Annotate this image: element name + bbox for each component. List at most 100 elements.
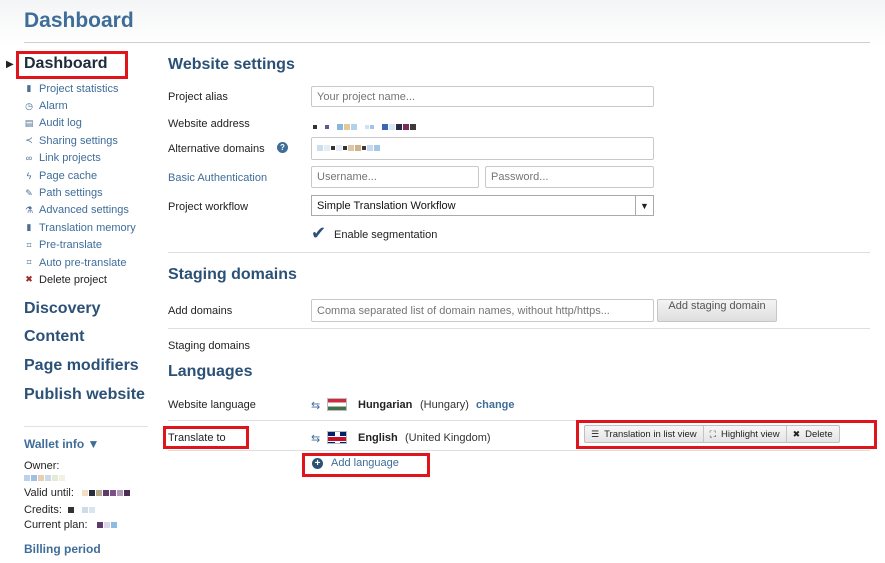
document-icon: ▤ <box>24 117 34 128</box>
help-icon[interactable]: ? <box>277 142 288 153</box>
flask-icon: ⚗ <box>24 204 34 215</box>
sidebar-item-label: Pre-translate <box>39 239 102 252</box>
website-language-region: (Hungary) <box>420 399 469 411</box>
sidebar-item-label: Translation memory <box>39 221 136 234</box>
basic-auth-label[interactable]: Basic Authentication <box>168 172 267 184</box>
wallet-owner-value <box>24 472 66 484</box>
sidebar-section-content[interactable]: Content <box>24 328 84 346</box>
sidebar-item-auto-pre-translate[interactable]: ⌗ Auto pre-translate <box>24 254 136 271</box>
sidebar-item-label: Sharing settings <box>39 134 118 147</box>
sidebar-item-label: Auto pre-translate <box>39 256 127 269</box>
username-input[interactable] <box>311 166 479 188</box>
add-staging-domain-button[interactable]: Add staging domain <box>657 299 777 322</box>
billing-period-link[interactable]: Billing period <box>24 542 101 556</box>
delete-language-button[interactable]: ✖ Delete <box>787 426 839 442</box>
sidebar-item-label: Page cache <box>39 169 98 182</box>
wallet-current-plan-value <box>97 519 118 531</box>
sidebar-item-project-statistics[interactable]: ▮ Project statistics <box>24 80 136 97</box>
website-settings-heading: Website settings <box>168 56 295 73</box>
project-alias-input[interactable] <box>311 86 654 107</box>
enable-segmentation-label[interactable]: Enable segmentation <box>334 229 437 241</box>
language-actions: ☰ Translation in list view ⛶ Highlight vie… <box>584 425 840 443</box>
sidebar-item-translation-memory[interactable]: ▮ Translation memory <box>24 219 136 236</box>
link-icon: ∞ <box>25 153 33 164</box>
website-address-label: Website address <box>168 118 250 130</box>
bar-chart-icon: ▮ <box>26 83 32 94</box>
hungary-flag-icon <box>327 398 347 411</box>
row-divider <box>168 450 870 451</box>
languages-heading: Languages <box>168 363 253 380</box>
alternative-domains-input[interactable] <box>311 137 654 160</box>
sidebar-item-label: Delete project <box>39 273 107 286</box>
sidebar-item-path-settings[interactable]: ✎ Path settings <box>24 184 136 201</box>
sidebar-section-page-modifiers[interactable]: Page modifiers <box>24 357 139 375</box>
add-domains-input[interactable] <box>311 299 654 322</box>
staging-domains-heading: Staging domains <box>168 266 297 283</box>
wallet-divider <box>24 426 148 427</box>
wallet-owner-label: Owner: <box>24 460 60 472</box>
sidebar-menu: ▮ Project statistics ◷ Alarm ▤ Audit log ≺ S… <box>24 80 136 289</box>
delete-icon: ✖ <box>25 274 33 285</box>
lightning-icon: ϟ <box>26 170 32 181</box>
sidebar-item-label: Project statistics <box>39 82 119 95</box>
sidebar-item-link-projects[interactable]: ∞ Link projects <box>24 150 136 167</box>
project-workflow-select[interactable]: Simple Translation Workflow ▼ <box>311 195 654 216</box>
expand-icon: ⛶ <box>709 428 716 439</box>
page-title: Dashboard <box>24 9 134 32</box>
highlight-view-button[interactable]: ⛶ Highlight view <box>704 426 787 442</box>
password-input[interactable] <box>485 166 654 188</box>
close-icon: ✖ <box>792 428 801 439</box>
clock-icon: ◷ <box>25 100 33 111</box>
sidebar-item-sharing-settings[interactable]: ≺ Sharing settings <box>24 132 136 149</box>
swap-icon: ⇆ <box>311 433 321 445</box>
list-icon: ☰ <box>591 428 600 439</box>
sidebar-item-page-cache[interactable]: ϟ Page cache <box>24 167 136 184</box>
checkmark-icon[interactable]: ✔ <box>311 223 326 244</box>
sidebar-section-publish-website[interactable]: Publish website <box>24 386 145 404</box>
sidebar-item-audit-log[interactable]: ▤ Audit log <box>24 115 136 132</box>
sidebar-item-label: Audit log <box>39 117 82 130</box>
website-language-label: Website language <box>168 399 256 411</box>
add-domains-label: Add domains <box>168 305 233 317</box>
sidebar-item-label: Link projects <box>39 152 101 165</box>
translate-icon: ⌗ <box>26 239 32 250</box>
translate-to-label: Translate to <box>168 432 226 444</box>
wallet-valid-until-label: Valid until: <box>24 487 74 499</box>
change-language-link[interactable]: change <box>476 399 515 411</box>
wallet-info-toggle[interactable]: Wallet info ▼ <box>24 437 99 451</box>
target-language-region: (United Kingdom) <box>405 432 491 444</box>
project-alias-label: Project alias <box>168 91 228 103</box>
uk-flag-icon <box>327 431 347 444</box>
sidebar-item-pre-translate[interactable]: ⌗ Pre-translate <box>24 237 136 254</box>
website-language-name: Hungarian <box>358 399 413 411</box>
wallet-valid-until-value <box>82 487 131 499</box>
wallet-current-plan-label: Current plan: <box>24 519 88 531</box>
staging-domains-label: Staging domains <box>168 340 250 352</box>
sidebar-item-label: Path settings <box>39 187 103 200</box>
chevron-down-icon: ▼ <box>635 196 653 215</box>
sidebar-item-label: Advanced settings <box>39 204 129 217</box>
project-workflow-label: Project workflow <box>168 201 249 213</box>
sidebar-item-delete-project[interactable]: ✖ Delete project <box>24 271 136 288</box>
sidebar-item-alarm[interactable]: ◷ Alarm <box>24 97 136 114</box>
sidebar-item-label: Alarm <box>39 100 68 113</box>
sidebar-item-advanced-settings[interactable]: ⚗ Advanced settings <box>24 202 136 219</box>
row-divider <box>168 420 870 421</box>
section-divider <box>168 252 870 253</box>
sidebar-section-discovery[interactable]: Discovery <box>24 300 101 318</box>
row-divider <box>168 328 870 329</box>
add-language-button[interactable]: + Add language <box>312 457 399 469</box>
translate-icon: ⌗ <box>26 257 32 268</box>
plus-icon: + <box>312 457 323 469</box>
edit-icon: ✎ <box>25 187 33 198</box>
active-arrow-icon: ▶ <box>6 59 14 70</box>
share-icon: ≺ <box>25 135 33 146</box>
wallet-credits-label: Credits: <box>24 504 62 516</box>
wallet-credits-value <box>68 504 96 516</box>
alternative-domains-label: Alternative domains <box>168 143 265 155</box>
sidebar-item-dashboard[interactable]: Dashboard <box>24 55 108 73</box>
target-language-name: English <box>358 432 398 444</box>
swap-icon: ⇆ <box>311 400 321 412</box>
translation-list-view-button[interactable]: ☰ Translation in list view <box>585 426 704 442</box>
website-address-value <box>313 118 417 136</box>
